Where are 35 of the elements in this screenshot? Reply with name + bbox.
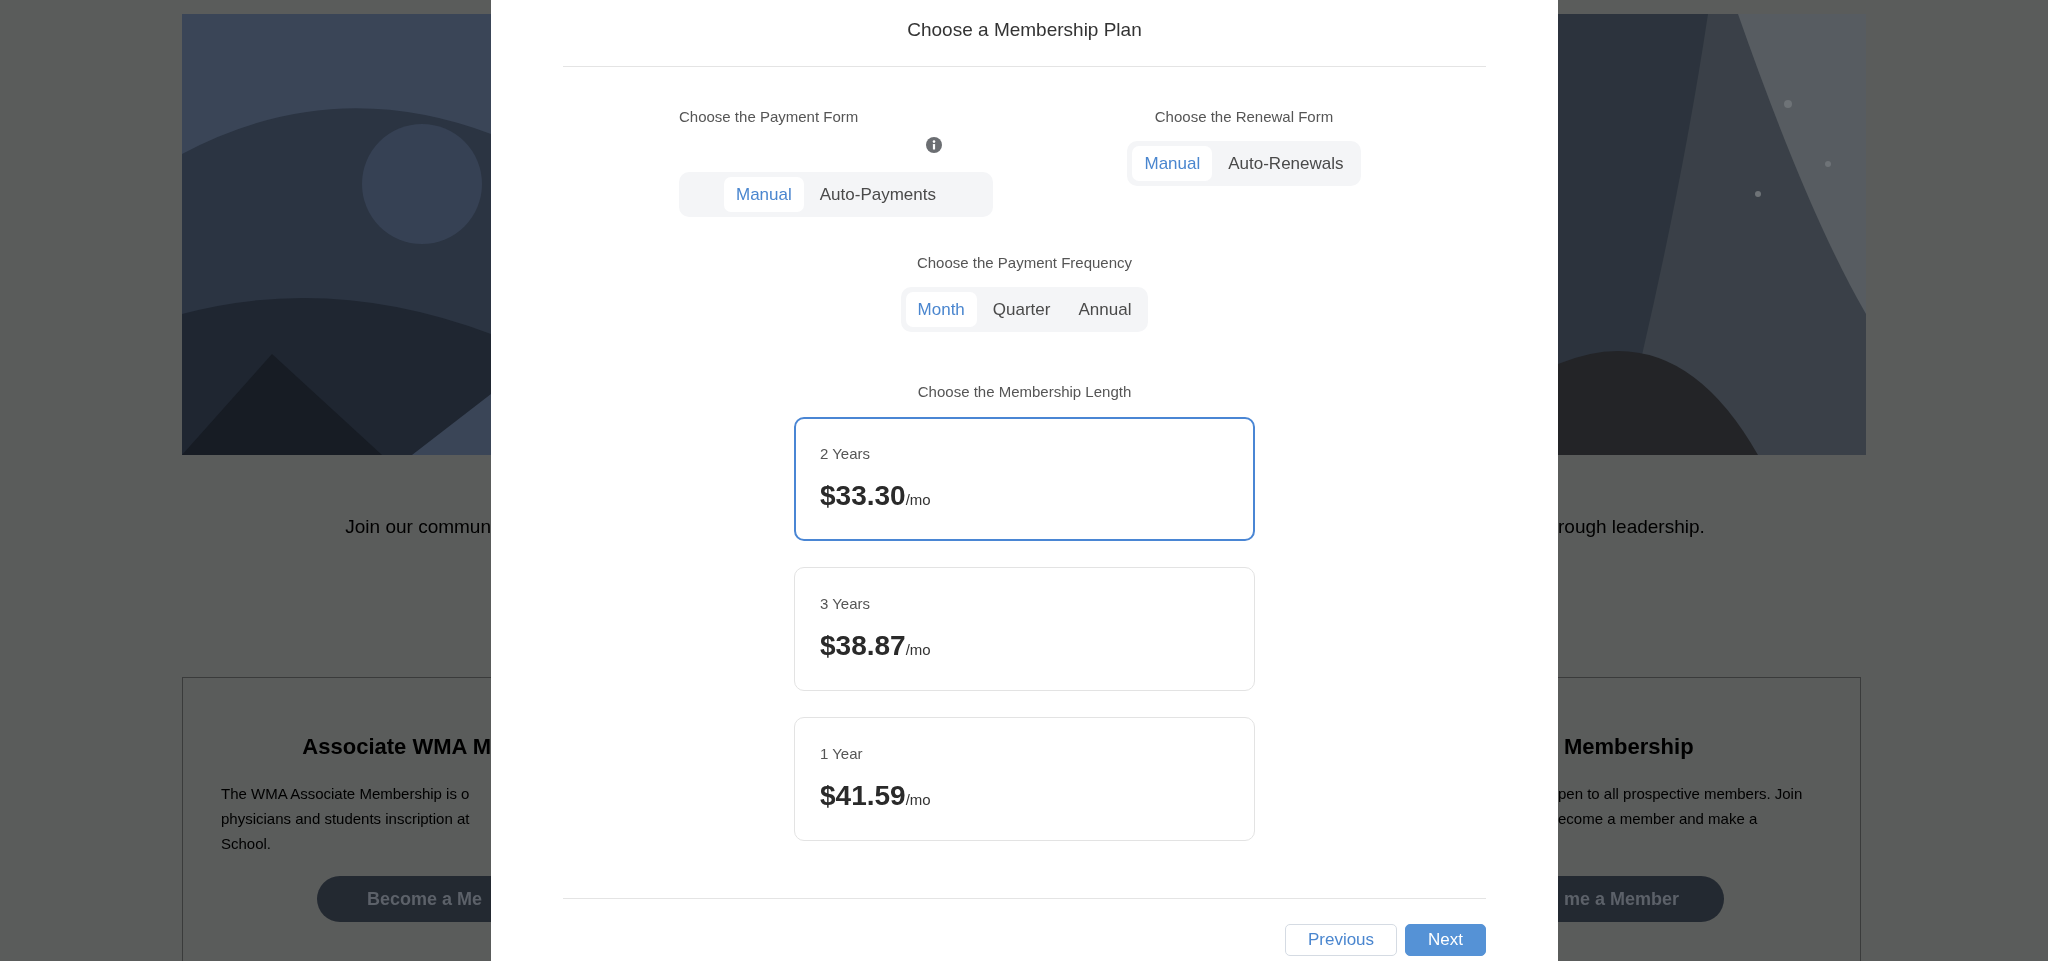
card-title: Associate WMA M: [302, 733, 491, 761]
plan-card[interactable]: 3 Years $38.87/mo: [794, 567, 1255, 691]
plan-name: 1 Year: [820, 744, 864, 764]
segment-option[interactable]: Auto-Renewals: [1216, 146, 1356, 181]
plan-card[interactable]: 1 Year $41.59/mo: [794, 717, 1255, 841]
plan-price: $38.87: [820, 630, 906, 662]
card-description: ecome a member and make a: [1558, 809, 1759, 829]
section-label: Choose the Membership Length: [917, 382, 1132, 402]
plan-card[interactable]: 2 Years $33.30/mo: [794, 417, 1255, 541]
segment-option[interactable]: Annual: [1066, 292, 1144, 327]
card-description: The WMA Associate Membership is o: [221, 784, 471, 804]
info-icon[interactable]: [926, 137, 942, 153]
card-description: pen to all prospective members. Join: [1558, 784, 1803, 804]
intro-text: Join our commun: [345, 515, 491, 539]
price-unit: /mo: [905, 491, 931, 508]
card-description: physicians and students inscription at: [221, 809, 471, 829]
price-unit: /mo: [905, 791, 931, 808]
segment-option[interactable]: Month: [905, 292, 977, 327]
plan-name: 3 Years: [820, 594, 872, 614]
previous-button[interactable]: Previous: [1285, 924, 1397, 956]
segment-option[interactable]: Manual: [724, 177, 804, 212]
segment-option[interactable]: Auto-Payments: [807, 177, 948, 212]
card-title: Membership: [1563, 733, 1694, 761]
card-description: School.: [221, 834, 273, 854]
plan-price: $33.30: [820, 480, 906, 512]
section-label: Choose the Payment Form: [679, 107, 860, 127]
plan-name: 2 Years: [820, 444, 872, 464]
price-unit: /mo: [905, 641, 931, 658]
segment-option[interactable]: Quarter: [980, 292, 1063, 327]
plan-price: $41.59: [820, 780, 906, 812]
section-label: Choose the Renewal Form: [1154, 107, 1334, 127]
intro-text: rough leadership.: [1558, 515, 1705, 539]
section-label: Choose the Payment Frequency: [916, 253, 1133, 273]
segment-option[interactable]: Manual: [1132, 146, 1213, 181]
modal-title: Choose a Membership Plan: [906, 18, 1143, 42]
